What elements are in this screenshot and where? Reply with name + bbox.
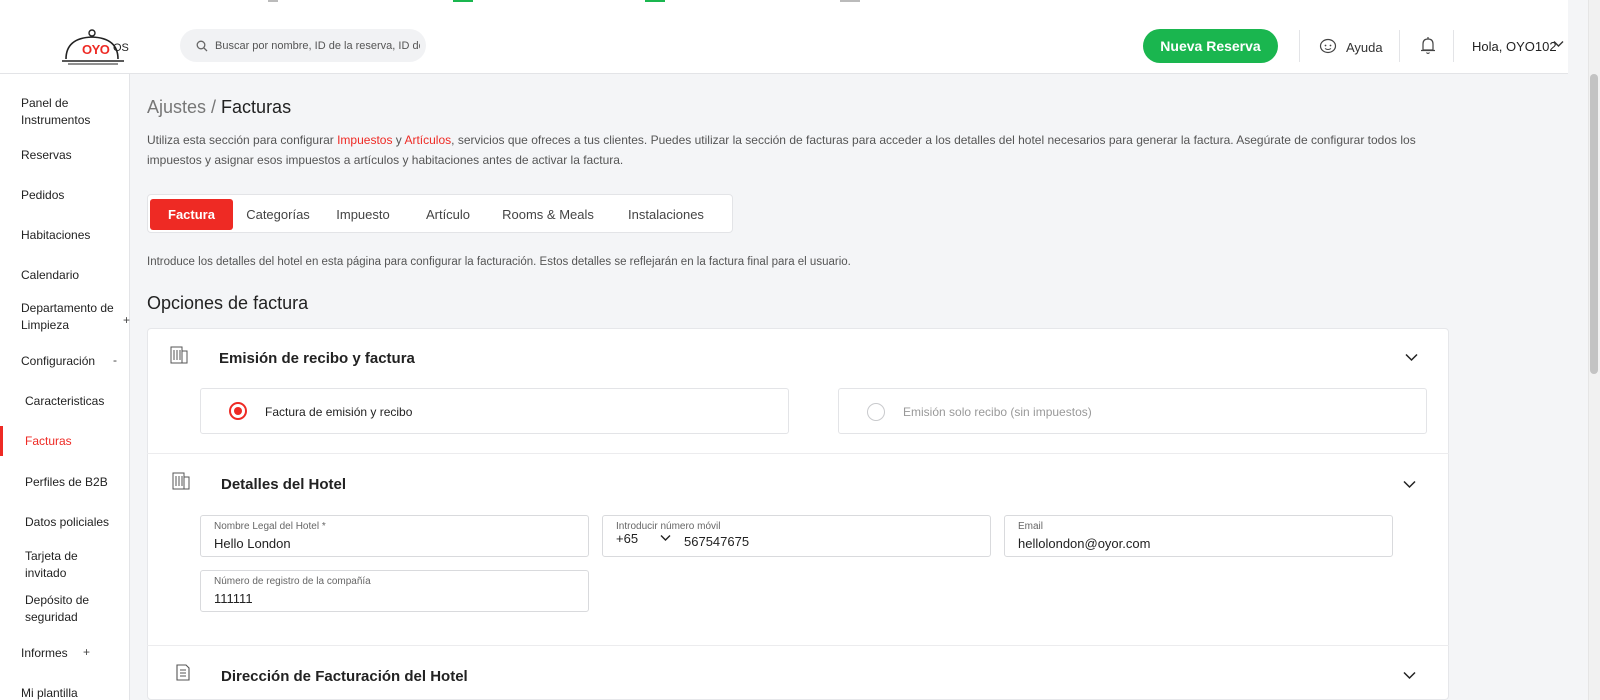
sidebar-item-deposit[interactable]: Depósito de seguridad: [25, 592, 105, 626]
chevron-down-icon[interactable]: [1403, 671, 1416, 680]
expand-toggle[interactable]: +: [123, 313, 130, 327]
tab-item[interactable]: Artículo: [418, 199, 478, 230]
field-label: Email: [1018, 521, 1044, 532]
intro-part: y: [392, 133, 405, 147]
registration-field[interactable]: Número de registro de la compañía 111111: [200, 570, 589, 612]
new-booking-button[interactable]: Nueva Reserva: [1143, 29, 1278, 63]
tab-bar: Factura Categorías Impuesto Artículo Roo…: [147, 194, 733, 233]
sidebar-item-invoices[interactable]: Facturas: [25, 433, 72, 450]
field-value[interactable]: hellolondon@oyor.com: [1018, 536, 1150, 551]
sidebar-item-calendar[interactable]: Calendario: [21, 267, 79, 284]
tab-categories[interactable]: Categorías: [239, 199, 317, 230]
sidebar-item-template[interactable]: Mi plantilla: [21, 685, 78, 700]
radio-label-receipt-only[interactable]: Emisión solo recibo (sin impuestos): [903, 405, 1092, 419]
radio-label-invoice[interactable]: Factura de emisión y recibo: [265, 405, 412, 419]
field-value[interactable]: Hello London: [214, 536, 291, 551]
logo-brand: OYO: [82, 42, 110, 57]
radio-unselected[interactable]: [867, 403, 885, 421]
helper-text: Introduce los detalles del hotel en esta…: [147, 256, 851, 268]
sidebar-item-guest-card[interactable]: Tarjeta de invitado: [25, 548, 100, 582]
expand-toggle[interactable]: +: [83, 645, 90, 659]
divider: [1299, 30, 1300, 62]
chevron-down-icon[interactable]: [1553, 40, 1564, 48]
user-menu[interactable]: Hola, OYO102: [1472, 39, 1557, 54]
sidebar-item-features[interactable]: Caracteristicas: [25, 393, 104, 410]
sidebar-item-config[interactable]: Configuración: [21, 353, 95, 370]
sidebar-item-rooms[interactable]: Habitaciones: [21, 227, 90, 244]
sidebar-item-police[interactable]: Datos policiales: [25, 514, 109, 531]
tab-facilities[interactable]: Instalaciones: [611, 199, 721, 230]
field-value[interactable]: 111111: [214, 591, 253, 606]
sidebar-item-reports[interactable]: Informes: [21, 645, 68, 662]
sidebar-item-bookings[interactable]: Reservas: [21, 147, 72, 164]
hotel-details-title: Detalles del Hotel: [221, 476, 347, 493]
intro-part: Utiliza esta sección para configurar: [147, 133, 338, 147]
divider: [1453, 30, 1454, 62]
radio-selected[interactable]: [229, 402, 247, 420]
billing-address-title: Dirección de Facturación del Hotel: [221, 668, 468, 685]
items-link[interactable]: Artículos: [404, 133, 451, 147]
help-face-icon[interactable]: [1319, 38, 1337, 54]
country-code[interactable]: +65: [616, 531, 638, 546]
section-title: Opciones de factura: [147, 293, 309, 313]
breadcrumb: Ajustes / Facturas: [147, 97, 291, 118]
top-header: OYO OS Nueva Reserva Ayuda Hola, OYO102: [0, 0, 1568, 74]
chevron-down-icon[interactable]: [1405, 353, 1418, 362]
sidebar-item-b2b[interactable]: Perfiles de B2B: [25, 474, 108, 491]
breadcrumb-parent[interactable]: Ajustes /: [147, 97, 216, 117]
bell-icon[interactable]: [1420, 36, 1436, 55]
building-icon: [170, 346, 188, 364]
tab-tax[interactable]: Impuesto: [330, 199, 396, 230]
chevron-down-icon[interactable]: [660, 534, 671, 542]
field-label: Nombre Legal del Hotel *: [214, 521, 326, 532]
taxes-link[interactable]: Impuestos: [337, 133, 392, 147]
email-field[interactable]: Email hellolondon@oyor.com: [1004, 515, 1393, 557]
section-divider: [147, 453, 1449, 454]
section-divider: [147, 645, 1449, 646]
scrollbar-thumb[interactable]: [1590, 74, 1598, 374]
active-indicator: [0, 426, 3, 456]
legal-name-field[interactable]: Nombre Legal del Hotel * Hello London: [200, 515, 589, 557]
receipt-section-title: Emisión de recibo y factura: [219, 350, 415, 367]
sidebar-item-housekeeping[interactable]: Departamento de Limpieza: [21, 300, 116, 334]
search-input[interactable]: [215, 36, 420, 56]
divider: [1399, 30, 1400, 62]
phone-value[interactable]: 567547675: [684, 534, 749, 549]
chevron-down-icon[interactable]: [1403, 480, 1416, 489]
document-icon: [176, 664, 190, 681]
intro-text: Utiliza esta sección para configurar Imp…: [147, 130, 1457, 170]
tab-invoice[interactable]: Factura: [150, 199, 233, 230]
sidebar-item-dashboard[interactable]: Panel de Instrumentos: [21, 95, 116, 129]
logo-suffix: OS: [113, 42, 129, 54]
page-title: Facturas: [221, 97, 292, 117]
building-icon: [172, 472, 190, 490]
collapse-toggle[interactable]: -: [113, 353, 117, 367]
field-label: Número de registro de la compañía: [214, 576, 371, 587]
help-link[interactable]: Ayuda: [1346, 40, 1383, 55]
sidebar-item-orders[interactable]: Pedidos: [21, 187, 64, 204]
search-icon: [196, 40, 208, 52]
phone-field[interactable]: Introducir número móvil +65 567547675: [602, 515, 991, 557]
tab-rooms-meals[interactable]: Rooms & Meals: [498, 199, 598, 230]
